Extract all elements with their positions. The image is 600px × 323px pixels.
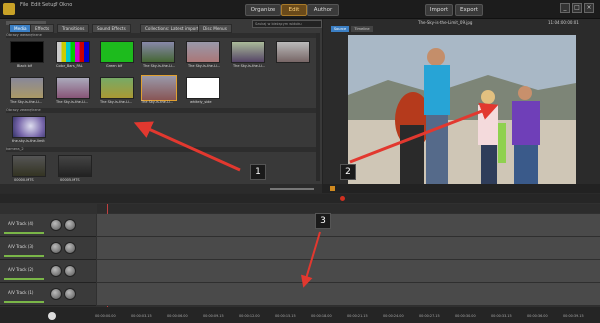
arrow-1 xyxy=(133,121,241,172)
callout-1: 1 xyxy=(250,164,266,180)
annotation-overlay xyxy=(133,102,499,288)
arrow-2 xyxy=(349,102,499,164)
callout-3: 3 xyxy=(315,213,331,229)
callout-2: 2 xyxy=(340,164,356,180)
arrow-3 xyxy=(300,231,321,288)
